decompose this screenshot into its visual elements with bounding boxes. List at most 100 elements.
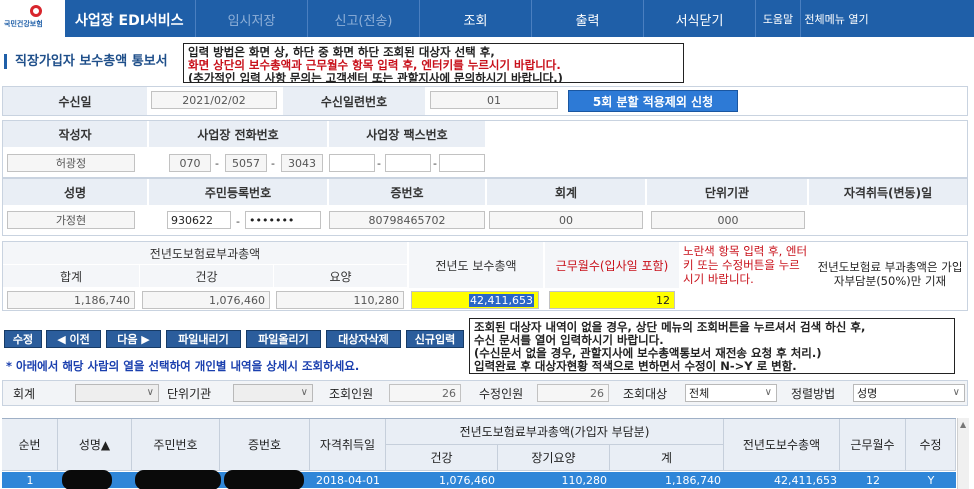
table-row[interactable]: 1 2018-04-01 1,076,460 110,280 1,186,740…: [2, 470, 956, 489]
rrn-back-field[interactable]: •••••••: [245, 211, 321, 229]
work-months-input[interactable]: 12: [549, 291, 675, 309]
card-no-label: 증번호: [329, 179, 485, 205]
query-count-field: 26: [389, 384, 461, 402]
query-count-label: 조회인원: [329, 387, 374, 401]
rrn-front-field[interactable]: 930622: [167, 211, 231, 229]
received-serial-field: 01: [430, 91, 558, 109]
edi-window: 국민건강보험 사업장 EDI서비스 임시저장 신고(전송) 조회 출력 서식닫기…: [0, 0, 974, 489]
logo-mark-icon: [30, 5, 42, 17]
file-download-button[interactable]: 파일내리기: [166, 330, 241, 348]
name-label: 성명: [3, 179, 147, 205]
received-serial-label: 수신일련번호: [283, 87, 425, 115]
account-field: 00: [489, 211, 643, 229]
row-months: 12: [866, 473, 880, 487]
file-upload-button[interactable]: 파일올리기: [246, 330, 321, 348]
total-pay-label: 전년도 보수총액: [409, 242, 543, 288]
col-name[interactable]: 성명▲: [58, 419, 132, 471]
writer-label: 작성자: [3, 121, 147, 147]
chevron-down-icon: ∨: [764, 387, 772, 398]
grid-scrollbar[interactable]: ▲: [957, 418, 969, 489]
sort-method-label: 정렬방법: [791, 387, 836, 401]
received-date-field: 2021/02/02: [151, 91, 277, 109]
col-total[interactable]: 계: [610, 445, 724, 471]
phone-dash-1: -: [215, 157, 219, 170]
filter-unit-select[interactable]: ∨: [233, 384, 313, 402]
name-field: 가정현: [7, 211, 135, 229]
toolbar-notice-line4: 입력완료 후 대상자현황 적색으로 변하면서 수정이 N->Y 로 변함.: [474, 359, 797, 373]
phone-dash-2: -: [271, 157, 275, 170]
nav-close-form[interactable]: 서식닫기: [643, 0, 755, 37]
phone-mid-field: 5057: [225, 154, 267, 172]
prev-button[interactable]: ◀ 이전: [46, 330, 101, 348]
fax-area-field[interactable]: [329, 154, 375, 172]
nav-temp-save[interactable]: 임시저장: [195, 0, 307, 37]
new-entry-button[interactable]: 신규입력: [406, 330, 464, 348]
total-pay-input[interactable]: 42,411,653: [411, 291, 539, 309]
rrn-dash: -: [236, 215, 240, 228]
col-card-no[interactable]: 증번호: [220, 419, 310, 471]
edit-button[interactable]: 수정: [4, 330, 42, 348]
row-modified: Y: [927, 473, 935, 487]
fax-dash-2: -: [433, 157, 437, 170]
logo-text: 국민건강보험: [4, 20, 43, 28]
col-rrn[interactable]: 주민번호: [132, 419, 220, 471]
top-notice-line3: (추가적인 입력 사항 문의는 고객센터 또는 관할지사에 문의하시기 바랍니다…: [188, 71, 563, 83]
fax-mid-field[interactable]: [385, 154, 431, 172]
scroll-up-icon[interactable]: ▲: [960, 420, 966, 429]
premium-group-label: 전년도보험료부과총액: [3, 242, 407, 264]
col-months[interactable]: 근무월수: [840, 419, 906, 471]
row-health: 1,076,460: [439, 473, 495, 487]
chevron-down-icon: ∨: [952, 387, 960, 398]
premium-section: 전년도보험료부과총액 합계 건강 요양 1,186,740 1,076,460 …: [2, 241, 968, 311]
query-target-select[interactable]: 전체 ∨: [685, 384, 777, 402]
card-no-field: 80798465702: [329, 211, 485, 229]
main-nav: 임시저장 신고(전송) 조회 출력 서식닫기 도움말 전체메뉴 열기: [195, 0, 872, 37]
col-qual-date[interactable]: 자격취득일: [310, 419, 386, 471]
modified-count-label: 수정인원: [479, 387, 524, 401]
row-qual-date: 2018-04-01: [316, 473, 380, 487]
rrn-label: 주민등록번호: [149, 179, 327, 205]
sum-label: 합계: [3, 265, 139, 287]
top-notice-box: 입력 방법은 화면 상, 하단 중 화면 하단 조회된 대상자 선택 후, 화면…: [183, 43, 684, 83]
col-modified[interactable]: 수정: [906, 419, 956, 471]
nhis-logo: 국민건강보험: [0, 0, 65, 37]
total-pay-value: 42,411,653: [469, 293, 534, 307]
filter-bar: 회계 ∨ 단위기관 ∨ 조회인원 26 수정인원 26 조회대상 전체 ∨ 정렬방…: [2, 380, 968, 406]
row-total: 1,186,740: [665, 473, 721, 487]
col-health[interactable]: 건강: [386, 445, 498, 471]
redacted-name: [62, 470, 112, 489]
redacted-rrn: [135, 470, 221, 489]
nav-open-all-menu[interactable]: 전체메뉴 열기: [800, 0, 872, 37]
phone-label: 사업장 전화번호: [149, 121, 327, 147]
chevron-down-icon: ∨: [300, 387, 308, 398]
row-pay: 42,411,653: [774, 473, 837, 487]
insured-section: 성명 주민등록번호 증번호 회계 단위기관 자격취득(변동)일 가정현 9306…: [2, 178, 968, 236]
query-target-value: 전체: [689, 387, 710, 400]
redacted-card-no: [224, 470, 304, 489]
nav-submit[interactable]: 신고(전송): [307, 0, 419, 37]
insured-grid: 순번 성명▲ 주민번호 증번호 자격취득일 전년도보험료부과총액(가입자 부담분…: [2, 418, 956, 489]
unit-label: 단위기관: [647, 179, 807, 205]
installment-exclusion-button[interactable]: 5회 분할 적용제외 신청: [568, 90, 738, 112]
nav-query[interactable]: 조회: [419, 0, 531, 37]
query-target-label: 조회대상: [623, 387, 668, 401]
fax-last-field[interactable]: [439, 154, 485, 172]
health-field: 1,076,460: [142, 291, 270, 309]
col-care[interactable]: 장기요양: [498, 445, 610, 471]
col-pay[interactable]: 전년도보수총액: [724, 419, 840, 471]
nav-print[interactable]: 출력: [531, 0, 643, 37]
nav-help[interactable]: 도움말: [755, 0, 800, 37]
premium-basis-note: 전년도보험료 부과총액은 가입자부담분(50%)만 기재: [817, 260, 963, 288]
filter-account-select[interactable]: ∨: [75, 384, 159, 402]
next-button[interactable]: 다음 ▶: [106, 330, 161, 348]
writer-field: 허광정: [7, 154, 135, 172]
filter-account-label: 회계: [13, 387, 36, 401]
col-seq[interactable]: 순번: [2, 419, 58, 471]
care-label: 요양: [274, 265, 407, 287]
fax-dash-1: -: [377, 157, 381, 170]
yellow-input-note: 노란색 항목 입력 후, 엔터키 또는 수정버튼을 누르시기 바랍니다.: [683, 244, 808, 286]
care-field: 110,280: [276, 291, 404, 309]
sum-field: 1,186,740: [7, 291, 135, 309]
sort-method-select[interactable]: 성명 ∨: [853, 384, 965, 402]
delete-target-button[interactable]: 대상자삭제: [326, 330, 401, 348]
